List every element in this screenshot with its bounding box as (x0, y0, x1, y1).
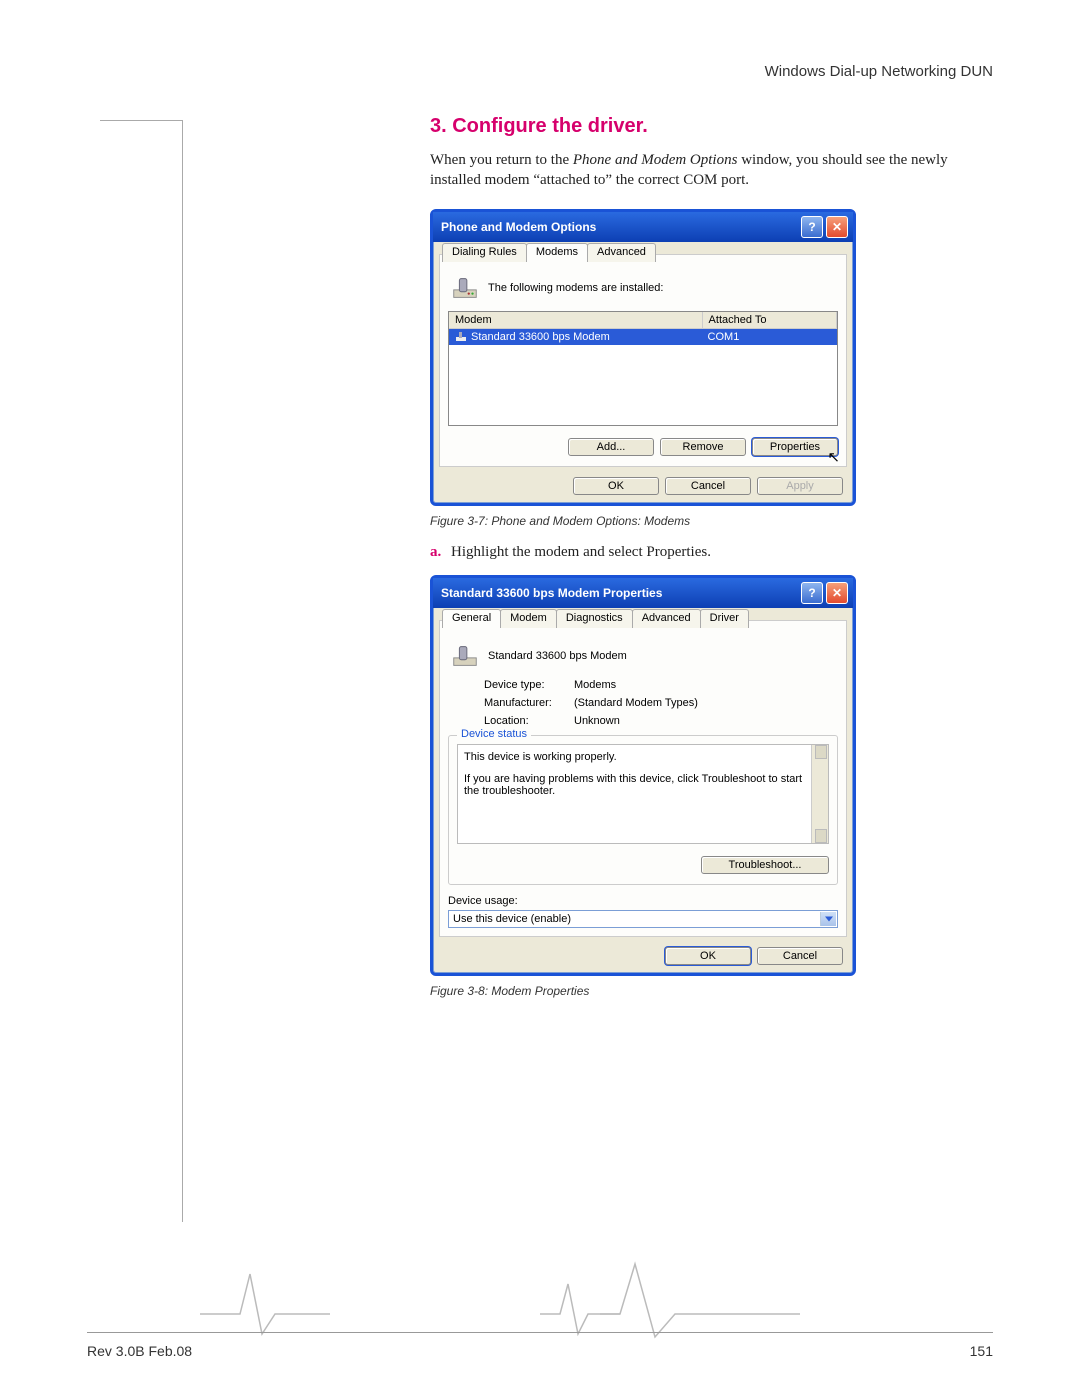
tab-dialing-rules[interactable]: Dialing Rules (442, 243, 527, 262)
page-footer: Rev 3.0B Feb.08 151 (87, 1332, 993, 1359)
rule-vertical (182, 120, 183, 1222)
modem-table: Modem Attached To Standard 33600 bps Mod… (448, 311, 838, 426)
modem-row-name: Standard 33600 bps Modem (471, 331, 610, 343)
status-line-2: If you are having problems with this dev… (464, 773, 808, 797)
help-button[interactable]: ? (801, 582, 823, 604)
label-manufacturer: Manufacturer: (484, 697, 574, 709)
col-modem[interactable]: Modem (449, 312, 703, 328)
step-a: a. Highlight the modem and select Proper… (430, 544, 993, 561)
footer-rev: Rev 3.0B Feb.08 (87, 1343, 192, 1359)
dialog2-title-text: Standard 33600 bps Modem Properties (441, 586, 662, 600)
step-a-post: . (707, 544, 711, 560)
dialog-phone-modem-options: Phone and Modem Options ? ✕ Dialing Rule… (430, 209, 856, 506)
dialog2-device-name: Standard 33600 bps Modem (488, 650, 627, 662)
troubleshoot-row: Troubleshoot... (457, 852, 829, 876)
tab-advanced2[interactable]: Advanced (632, 609, 701, 628)
cancel-button[interactable]: Cancel (757, 947, 843, 965)
intro-em: Phone and Modem Options (573, 152, 738, 168)
decorative-wave (540, 1259, 620, 1339)
cancel-button[interactable]: Cancel (665, 477, 751, 495)
modem-icon (450, 273, 480, 303)
value-device-type: Modems (574, 679, 838, 691)
dialog2-tabs: General Modem Diagnostics Advanced Drive… (442, 609, 748, 628)
value-location: Unknown (574, 715, 838, 727)
dialog1-title-text: Phone and Modem Options (441, 220, 596, 234)
ok-button[interactable]: OK (665, 947, 751, 965)
help-button[interactable]: ? (801, 216, 823, 238)
tab-advanced[interactable]: Advanced (587, 243, 656, 262)
dialog2-titlebar: Standard 33600 bps Modem Properties ? ✕ (433, 578, 853, 608)
decorative-wave (600, 1259, 800, 1339)
troubleshoot-button[interactable]: Troubleshoot... (701, 856, 829, 874)
ok-button[interactable]: OK (573, 477, 659, 495)
step-a-label: a. (430, 544, 441, 560)
device-usage-label: Device usage: (448, 895, 838, 907)
status-line-1: This device is working properly. (464, 751, 808, 763)
rule-horizontal (100, 120, 182, 121)
tab-modem[interactable]: Modem (500, 609, 557, 628)
tab-general[interactable]: General (442, 609, 501, 628)
remove-button[interactable]: Remove (660, 438, 746, 456)
value-manufacturer: (Standard Modem Types) (574, 697, 838, 709)
dialog1-mid-buttons: Add... Remove Properties ↖ (448, 434, 838, 458)
modem-table-row-selected[interactable]: Standard 33600 bps Modem COM1 (449, 329, 837, 345)
device-info-grid: Device type: Modems Manufacturer: (Stand… (484, 679, 838, 727)
modem-row-port: COM1 (702, 329, 837, 345)
tab-driver[interactable]: Driver (700, 609, 749, 628)
dialog1-subtitle: The following modems are installed: (488, 282, 663, 294)
close-button[interactable]: ✕ (826, 216, 848, 238)
add-button[interactable]: Add... (568, 438, 654, 456)
modem-icon (450, 641, 480, 671)
dialog2-bottom-buttons: OK Cancel (433, 945, 853, 973)
dialog1-bottom-buttons: OK Cancel Apply (433, 475, 853, 503)
decorative-wave (200, 1259, 330, 1339)
figure-caption-3-7: Figure 3-7: Phone and Modem Options: Mod… (430, 514, 993, 528)
device-status-fieldset: Device status This device is working pro… (448, 735, 838, 885)
scrollbar[interactable] (811, 745, 828, 843)
cursor-icon: ↖ (827, 448, 840, 466)
dialog2-name-row: Standard 33600 bps Modem (450, 641, 838, 671)
figure-caption-3-8: Figure 3-8: Modem Properties (430, 984, 993, 998)
page-header: Windows Dial-up Networking DUN (765, 63, 993, 80)
label-device-type: Device type: (484, 679, 574, 691)
step-a-em: Properties (646, 544, 707, 560)
tab-diagnostics[interactable]: Diagnostics (556, 609, 633, 628)
dialog2-body: General Modem Diagnostics Advanced Drive… (439, 620, 847, 937)
col-attached-to[interactable]: Attached To (703, 312, 837, 328)
label-location: Location: (484, 715, 574, 727)
modem-table-header: Modem Attached To (449, 312, 837, 329)
dialog1-tabs: Dialing Rules Modems Advanced (442, 243, 655, 262)
dialog1-subtitle-row: The following modems are installed: (450, 273, 838, 303)
dialog-modem-properties: Standard 33600 bps Modem Properties ? ✕ … (430, 575, 856, 976)
apply-button[interactable]: Apply (757, 477, 843, 495)
tab-modems[interactable]: Modems (526, 243, 588, 262)
footer-page-number: 151 (970, 1343, 993, 1359)
dialog1-body: Dialing Rules Modems Advanced The follow… (439, 254, 847, 467)
device-status-legend: Device status (457, 728, 531, 740)
close-button[interactable]: ✕ (826, 582, 848, 604)
section-heading: 3. Configure the driver. (430, 115, 993, 138)
dialog1-titlebar: Phone and Modem Options ? ✕ (433, 212, 853, 242)
properties-button[interactable]: Properties (752, 438, 838, 456)
modem-row-icon (455, 331, 467, 343)
step-a-pre: Highlight the modem and select (451, 544, 646, 560)
intro-paragraph: When you return to the Phone and Modem O… (430, 150, 993, 191)
chevron-down-icon (825, 916, 833, 921)
device-usage-dropdown[interactable]: Use this device (enable) (448, 910, 838, 928)
device-usage-value: Use this device (enable) (453, 913, 571, 925)
intro-pre: When you return to the (430, 152, 573, 168)
device-status-box: This device is working properly. If you … (457, 744, 829, 844)
